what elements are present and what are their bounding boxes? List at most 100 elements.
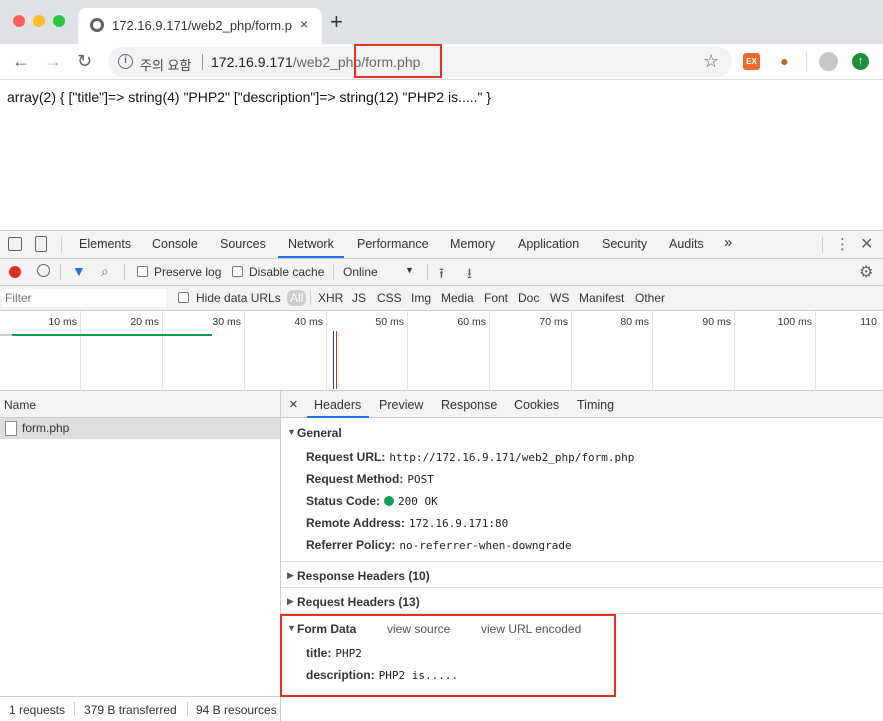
filter-type-manifest[interactable]: Manifest xyxy=(579,291,624,305)
update-arrow-icon[interactable]: ↑ xyxy=(852,53,869,70)
maximize-window-button[interactable] xyxy=(53,15,65,27)
profile-avatar-icon[interactable] xyxy=(819,52,838,71)
tab-title: 172.16.9.171/web2_php/form.php xyxy=(112,18,292,33)
details-tab-bar: × Headers Preview Response Cookies Timin… xyxy=(281,391,883,418)
tab-application[interactable]: Application xyxy=(518,237,579,251)
tab-audits[interactable]: Audits xyxy=(669,237,704,251)
request-headers-title[interactable]: Request Headers (13) xyxy=(297,595,420,609)
filter-funnel-icon[interactable]: ▼ xyxy=(72,263,86,279)
tab-close-icon[interactable]: × xyxy=(300,16,308,32)
request-url-row: Request URL: http://172.16.9.171/web2_php… xyxy=(306,450,634,464)
url-host: 172.16.9.171 xyxy=(211,54,293,70)
timeline-gridline xyxy=(489,311,490,391)
tab-bar: 172.16.9.171/web2_php/form.php × + xyxy=(0,0,883,44)
tab-divider xyxy=(61,237,62,253)
request-headers-section[interactable]: ▶ Request Headers (13) xyxy=(281,588,883,614)
tab-cookies[interactable]: Cookies xyxy=(514,398,559,412)
name-column-header[interactable]: Name xyxy=(0,391,280,418)
kebab-menu-icon[interactable]: ⋮ xyxy=(835,235,850,253)
close-details-icon[interactable]: × xyxy=(289,396,298,413)
filter-type-media[interactable]: Media xyxy=(441,291,474,305)
status-code-value: 200 OK xyxy=(398,495,438,508)
tab-console[interactable]: Console xyxy=(152,237,198,251)
filter-type-font[interactable]: Font xyxy=(484,291,508,305)
tab-preview[interactable]: Preview xyxy=(379,398,423,412)
forward-arrow-icon[interactable]: → xyxy=(44,50,62,72)
request-url-value: http://172.16.9.171/web2_php/form.php xyxy=(389,451,635,464)
close-devtools-icon[interactable]: ✕ xyxy=(860,234,873,254)
filter-divider xyxy=(310,291,311,305)
browser-tab[interactable]: 172.16.9.171/web2_php/form.php × xyxy=(78,8,322,44)
devtools-tab-bar: Elements Console Sources Network Perform… xyxy=(0,231,883,259)
remote-address-value: 172.16.9.171:80 xyxy=(408,517,509,530)
more-tabs-icon[interactable]: » xyxy=(724,234,732,251)
referrer-policy-label: Referrer Policy: xyxy=(306,538,396,552)
general-title[interactable]: General xyxy=(297,426,342,440)
extension-ex-icon[interactable]: EX xyxy=(743,53,760,70)
new-tab-button[interactable]: + xyxy=(330,11,343,33)
tab-response[interactable]: Response xyxy=(441,398,497,412)
var-dump-output: array(2) { ["title"]=> string(4) "PHP2" … xyxy=(7,89,492,105)
request-list: Name form.php 1 requests 379 B transferr… xyxy=(0,391,281,721)
collapsed-triangle-icon[interactable]: ▶ xyxy=(287,596,294,607)
filter-type-ws[interactable]: WS xyxy=(550,291,569,305)
disable-cache-checkbox[interactable] xyxy=(232,266,243,277)
filter-type-doc[interactable]: Doc xyxy=(518,291,539,305)
timeline-tick-label: 110 xyxy=(860,316,877,328)
security-warning[interactable]: 주의 요함 xyxy=(140,55,191,74)
filter-type-img[interactable]: Img xyxy=(411,291,431,305)
collapsed-triangle-icon[interactable]: ▶ xyxy=(287,570,294,581)
hide-data-urls-checkbox[interactable] xyxy=(178,292,189,303)
referrer-policy-value: no-referrer-when-downgrade xyxy=(399,539,572,552)
export-har-icon[interactable]: ⭳ xyxy=(467,263,472,287)
record-icon[interactable] xyxy=(9,266,21,278)
timeline-tick-label: 70 ms xyxy=(539,316,568,328)
tab-network[interactable]: Network xyxy=(288,237,334,251)
tab-security[interactable]: Security xyxy=(602,237,647,251)
filter-type-xhr[interactable]: XHR xyxy=(318,291,343,305)
tab-timing[interactable]: Timing xyxy=(577,398,614,412)
reload-icon[interactable]: ↻ xyxy=(77,50,92,72)
toolbar-divider xyxy=(427,264,428,280)
preserve-log-checkbox[interactable] xyxy=(137,266,148,277)
cookie-extension-icon[interactable]: ● xyxy=(776,53,793,70)
minimize-window-button[interactable] xyxy=(33,15,45,27)
tab-performance[interactable]: Performance xyxy=(357,237,429,251)
request-waiting-bar xyxy=(0,334,12,336)
clear-icon[interactable] xyxy=(37,264,50,277)
timeline-gridline xyxy=(734,311,735,391)
tab-headers[interactable]: Headers xyxy=(314,398,361,412)
remote-address-row: Remote Address: 172.16.9.171:80 xyxy=(306,516,508,530)
response-headers-section[interactable]: ▶ Response Headers (10) xyxy=(281,562,883,588)
timeline-tick-label: 50 ms xyxy=(375,316,404,328)
bookmark-star-icon[interactable]: ☆ xyxy=(703,51,719,72)
filter-input[interactable] xyxy=(2,289,166,307)
timeline-gridline xyxy=(815,311,816,391)
inspect-element-icon[interactable] xyxy=(8,237,22,251)
table-row[interactable]: form.php xyxy=(0,418,280,439)
timeline-gridline xyxy=(80,311,81,391)
timeline-gridline xyxy=(407,311,408,391)
status-code-row: Status Code: 200 OK xyxy=(306,494,438,508)
filter-type-js[interactable]: JS xyxy=(352,291,366,305)
tab-elements[interactable]: Elements xyxy=(79,237,131,251)
expand-triangle-icon[interactable]: ▼ xyxy=(287,427,296,437)
device-toolbar-icon[interactable] xyxy=(35,236,47,252)
back-arrow-icon[interactable]: ← xyxy=(12,50,30,72)
tab-memory[interactable]: Memory xyxy=(450,237,495,251)
filter-type-other[interactable]: Other xyxy=(635,291,665,305)
filter-bar: Hide data URLs All XHR JS CSS Img Media … xyxy=(0,286,883,311)
search-icon[interactable]: ⌕ xyxy=(101,263,109,280)
toolbar-divider xyxy=(806,52,807,72)
timeline-overview[interactable]: 10 ms 20 ms 30 ms 40 ms 50 ms 60 ms 70 m… xyxy=(0,311,883,391)
import-har-icon[interactable]: ⭱ xyxy=(439,263,444,287)
close-window-button[interactable] xyxy=(13,15,25,27)
status-divider xyxy=(187,702,188,716)
timeline-gridline xyxy=(652,311,653,391)
response-headers-title[interactable]: Response Headers (10) xyxy=(297,569,430,583)
tab-sources[interactable]: Sources xyxy=(220,237,266,251)
info-icon[interactable]: i xyxy=(118,54,133,69)
settings-gear-icon[interactable]: ⚙ xyxy=(859,262,873,282)
filter-type-css[interactable]: CSS xyxy=(377,291,402,305)
filter-type-all[interactable]: All xyxy=(287,290,307,306)
